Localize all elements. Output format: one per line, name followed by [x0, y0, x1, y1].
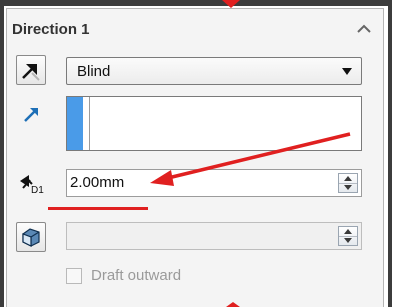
annotation-overlay	[150, 0, 351, 307]
annotation-arrowhead	[150, 170, 174, 186]
annotation-arrow-bottom	[226, 302, 240, 307]
annotation-arrow-top	[222, 0, 240, 8]
annotation-arrow-line	[167, 132, 351, 180]
